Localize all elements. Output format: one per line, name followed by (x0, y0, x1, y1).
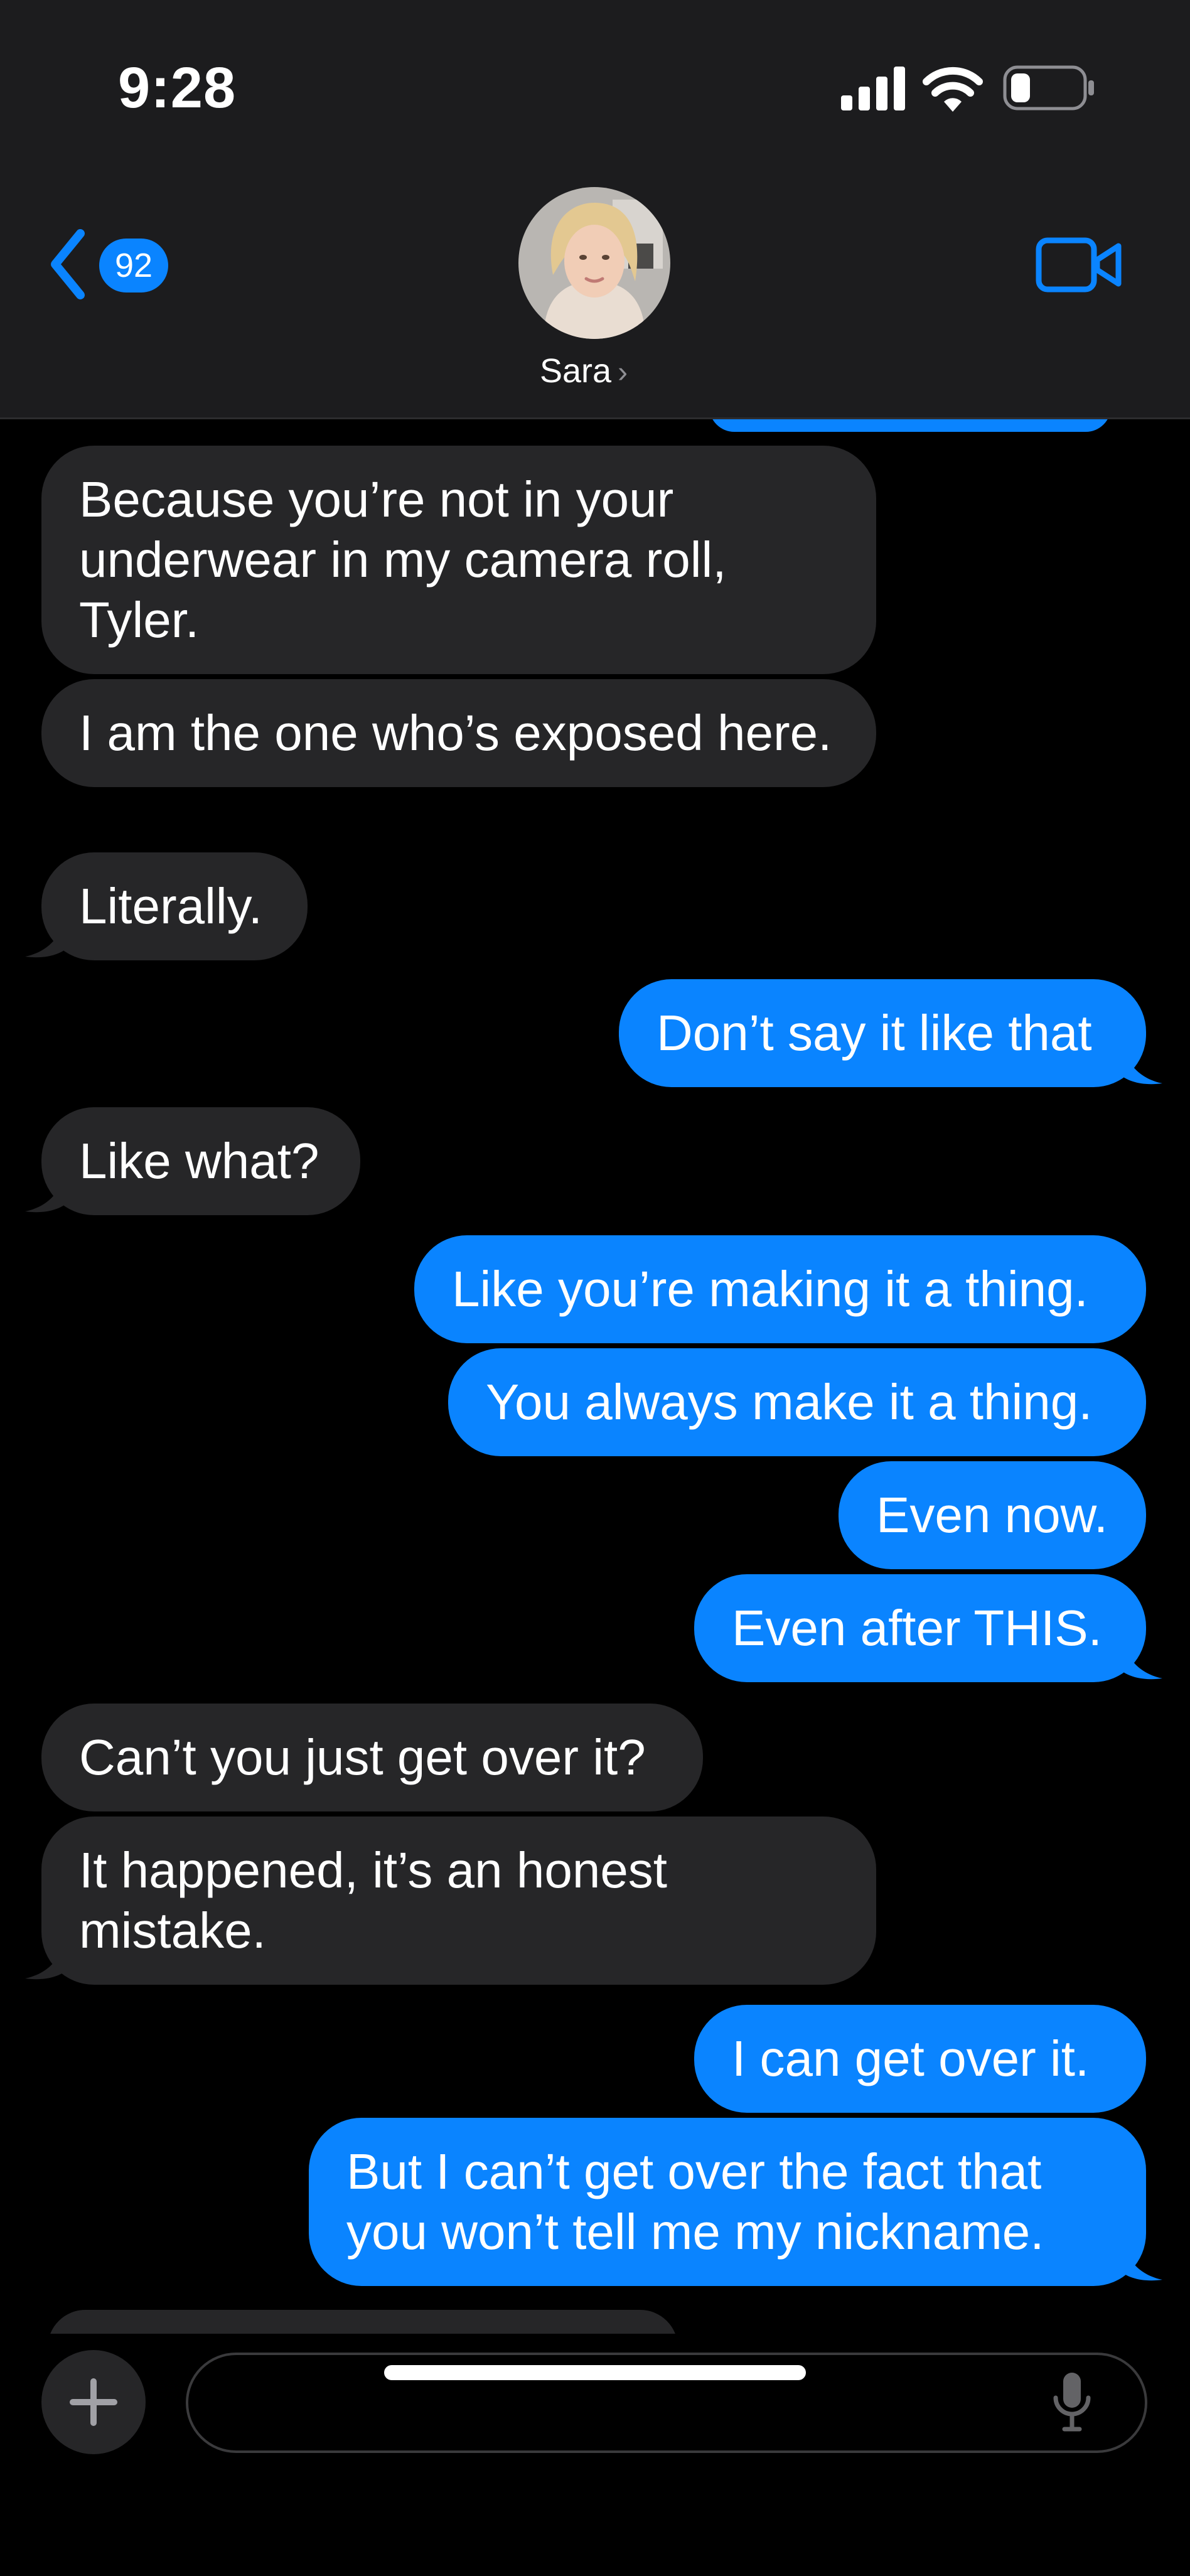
message-bubble-incoming[interactable]: Literally. (41, 852, 308, 960)
message-bubble-outgoing[interactable]: But I can’t get over the fact that you w… (309, 2118, 1146, 2286)
contact-name-button[interactable]: Sara › (540, 352, 653, 395)
message-bubble-outgoing[interactable]: Don’t say it like that (619, 979, 1146, 1087)
cellular-signal-icon (841, 67, 905, 110)
message-bubble-incoming[interactable]: It happened, it’s an honest mistake. (41, 1817, 876, 1985)
bubble-tail (25, 921, 69, 958)
message-bubble-incoming[interactable]: I am the one who’s exposed here. (41, 679, 876, 787)
microphone-icon[interactable] (1052, 2370, 1092, 2433)
plus-icon (70, 2378, 117, 2426)
message-bubble-partial (48, 2310, 678, 2334)
wifi-icon (923, 67, 983, 112)
message-bubble-partial (709, 419, 1111, 432)
bubble-tail (25, 1943, 69, 1980)
contact-avatar[interactable] (518, 187, 670, 339)
message-bubble-outgoing[interactable]: Like you’re making it a thing. (414, 1235, 1146, 1343)
unread-count-badge: 92 (99, 239, 168, 292)
bubble-tail (1118, 1643, 1162, 1680)
message-thread[interactable]: Because you’re not in your underwear in … (0, 419, 1190, 2334)
message-bubble-incoming[interactable]: Can’t you just get over it? (41, 1704, 703, 1811)
bubble-tail (1118, 1048, 1162, 1085)
message-bubble-outgoing[interactable]: I can get over it. (694, 2005, 1146, 2113)
chevron-left-icon (51, 229, 85, 299)
home-indicator[interactable] (384, 2365, 806, 2380)
message-bubble-outgoing[interactable]: Even now. (839, 1461, 1146, 1569)
video-camera-icon[interactable] (1036, 237, 1122, 292)
bubble-tail (25, 1176, 69, 1213)
navigation-header: 9:28 92 Sara › (0, 0, 1190, 419)
add-attachment-button[interactable] (41, 2350, 146, 2454)
battery-icon (1003, 65, 1094, 110)
message-bubble-incoming[interactable]: Like what? (41, 1107, 360, 1215)
message-bubble-outgoing[interactable]: You always make it a thing. (448, 1348, 1146, 1456)
contact-name: Sara (540, 352, 612, 390)
message-bubble-outgoing[interactable]: Even after THIS. (694, 1574, 1146, 1682)
bubble-tail (1118, 2245, 1162, 2281)
chevron-right-icon: › (618, 356, 628, 389)
status-time: 9:28 (118, 56, 237, 120)
back-button[interactable]: 92 (45, 227, 171, 301)
message-bubble-incoming[interactable]: Because you’re not in your underwear in … (41, 446, 876, 674)
